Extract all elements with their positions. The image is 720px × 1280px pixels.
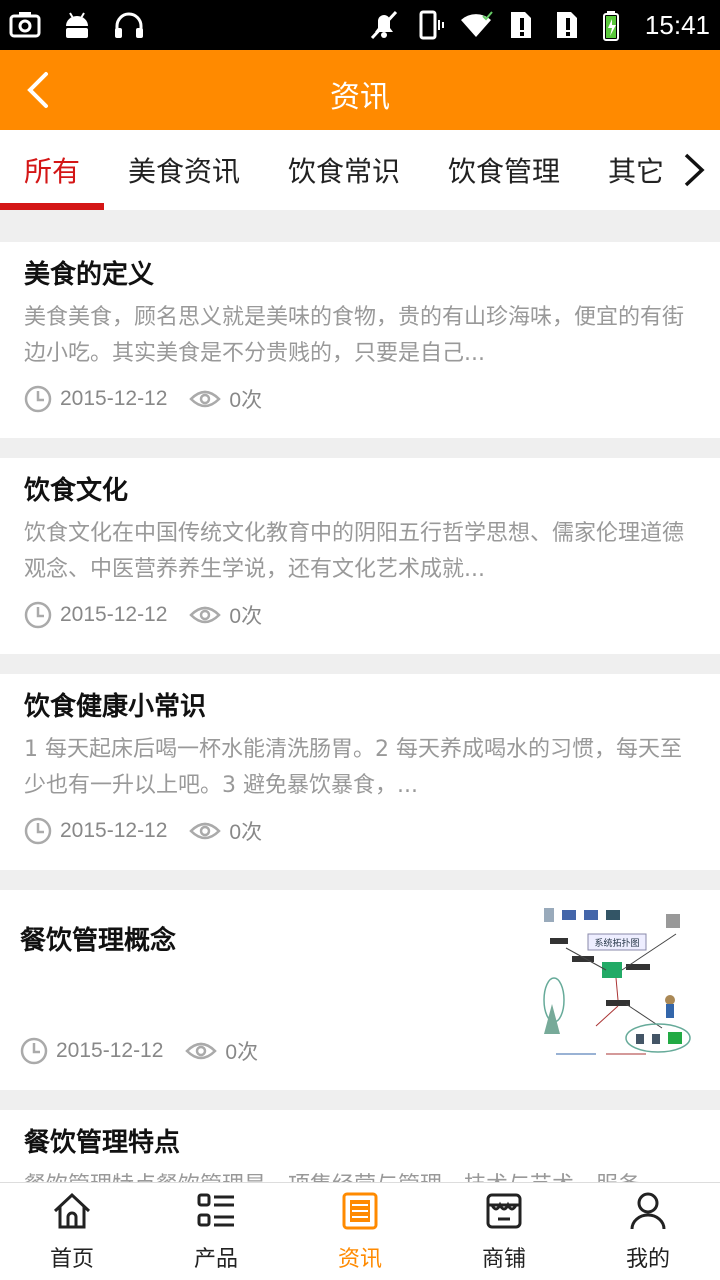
thumbnail-caption: 系统拓扑图 (594, 937, 639, 949)
list-icon (197, 1193, 234, 1227)
article-summary: 餐饮管理特点餐饮管理是一项集经营与管理、技术与艺术、服务... (24, 1168, 700, 1182)
nav-label: 首页 (49, 1247, 94, 1272)
article-date: 2015-12-12 (56, 1039, 164, 1062)
headphones-icon (115, 12, 143, 38)
battery-charging-icon (602, 11, 619, 41)
nav-label: 产品 (193, 1247, 238, 1272)
sim-alert-icon (510, 12, 531, 38)
nav-news[interactable]: 资讯 (288, 1183, 432, 1280)
nav-label: 资讯 (337, 1247, 382, 1272)
article-meta: 2015-12-12 0次 (20, 1034, 258, 1068)
article-title: 饮食健康小常识 (24, 692, 207, 722)
article-meta: 2015-12-12 0次 (24, 598, 262, 632)
article-card[interactable]: 美食的定义 美食美食，顾名思义就是美味的食物，贵的有山珍海味，便宜的有街边小吃。… (0, 242, 720, 438)
clock-icon (20, 1037, 48, 1065)
tab-other[interactable]: 其它 (608, 150, 664, 190)
tab-food-news[interactable]: 美食资讯 (128, 150, 240, 190)
article-title: 美食的定义 (24, 260, 155, 290)
home-icon (53, 1192, 91, 1229)
category-tabs: 所有 美食资讯 饮食常识 饮食管理 其它 (0, 130, 720, 210)
article-card[interactable]: 餐饮管理概念 2015-12-12 0次 系统拓扑图 (0, 890, 720, 1090)
screenshot-icon (9, 12, 41, 38)
status-bar: 15:41 (0, 0, 720, 50)
nav-products[interactable]: 产品 (144, 1183, 288, 1280)
tab-all[interactable]: 所有 (24, 150, 80, 190)
active-tab-indicator (0, 203, 104, 210)
article-views: 0次 (225, 1041, 259, 1064)
eye-icon (185, 1042, 218, 1060)
wifi-icon (460, 11, 493, 37)
chevron-right-icon (684, 153, 705, 187)
clock-icon (24, 601, 52, 629)
store-icon (486, 1193, 522, 1229)
nav-label: 我的 (625, 1247, 670, 1272)
article-summary: 饮食文化在中国传统文化教育中的阴阳五行哲学思想、儒家伦理道德观念、中医营养养生学… (24, 521, 685, 582)
article-meta: 2015-12-12 0次 (24, 382, 262, 416)
article-meta: 2015-12-12 0次 (24, 814, 262, 848)
news-icon (342, 1192, 378, 1230)
nav-home[interactable]: 首页 (0, 1183, 144, 1280)
clock-icon (24, 385, 52, 413)
article-date: 2015-12-12 (60, 387, 168, 410)
article-views: 0次 (229, 605, 263, 628)
article-date: 2015-12-12 (60, 819, 168, 842)
page-title: 资讯 (330, 80, 390, 115)
article-thumbnail: 系统拓扑图 (536, 904, 700, 1062)
app-header: 资讯 (0, 50, 720, 130)
tabs-more-button[interactable] (670, 130, 720, 210)
article-summary: 1 每天起床后喝一杯水能清洗肠胃。2 每天养成喝水的习惯，每天至少也有一升以上吧… (24, 737, 682, 798)
tab-diet-management[interactable]: 饮食管理 (448, 150, 560, 190)
clock-time: 15:41 (644, 9, 710, 40)
article-card[interactable]: 饮食健康小常识 1 每天起床后喝一杯水能清洗肠胃。2 每天养成喝水的习惯，每天至… (0, 674, 720, 870)
article-views: 0次 (229, 821, 263, 844)
android-icon (66, 12, 88, 38)
user-icon (630, 1192, 666, 1230)
article-title: 饮食文化 (24, 476, 129, 506)
nav-label: 商铺 (481, 1247, 526, 1272)
nav-store[interactable]: 商铺 (432, 1183, 576, 1280)
article-card[interactable]: 饮食文化 饮食文化在中国传统文化教育中的阴阳五行哲学思想、儒家伦理道德观念、中医… (0, 458, 720, 654)
eye-icon (189, 606, 222, 624)
sim-alert-icon (556, 12, 577, 38)
article-card[interactable]: 餐饮管理特点 餐饮管理特点餐饮管理是一项集经营与管理、技术与艺术、服务... (0, 1110, 720, 1182)
bottom-navigation: 首页 产品 资讯 商铺 我的 (0, 1182, 720, 1280)
article-summary: 美食美食，顾名思义就是美味的食物，贵的有山珍海味，便宜的有街边小吃。其实美食是不… (24, 305, 685, 366)
article-date: 2015-12-12 (60, 603, 168, 626)
nav-profile[interactable]: 我的 (576, 1183, 720, 1280)
article-title: 餐饮管理特点 (24, 1128, 181, 1158)
vibrate-icon (419, 10, 444, 40)
clock-icon (24, 817, 52, 845)
article-title: 餐饮管理概念 (20, 926, 177, 956)
mute-notification-icon (370, 10, 398, 40)
eye-icon (189, 822, 222, 840)
eye-icon (189, 390, 222, 408)
article-views: 0次 (229, 389, 263, 412)
tab-diet-knowledge[interactable]: 饮食常识 (288, 150, 400, 190)
